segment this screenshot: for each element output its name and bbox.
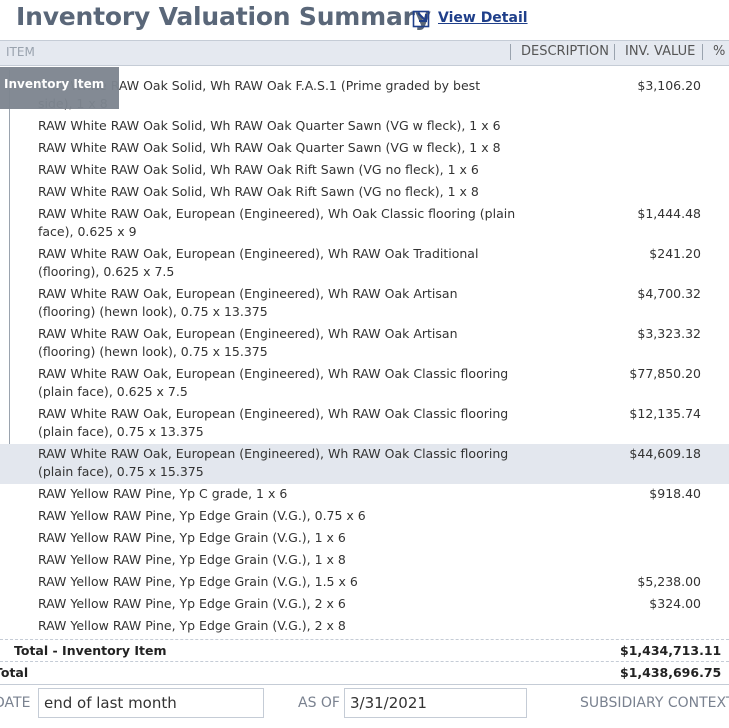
date-filter-label: DATE	[0, 695, 31, 711]
external-link-icon	[412, 10, 430, 28]
table-row[interactable]: RAW White RAW Oak, European (Engineered)…	[0, 244, 729, 284]
inv-value: $3,323.32	[637, 326, 701, 341]
table-row[interactable]: RAW White RAW Oak Solid, Wh RAW Oak Quar…	[0, 116, 729, 138]
table-row[interactable]: RAW White RAW Oak Solid, Wh RAW Oak Rift…	[0, 182, 729, 204]
table-row[interactable]: RAW Yellow RAW Pine, Yp Edge Grain (V.G.…	[0, 572, 729, 594]
as-of-date-input[interactable]	[344, 688, 527, 718]
inv-value: $324.00	[649, 596, 701, 611]
inv-value: $918.40	[649, 486, 701, 501]
as-of-label: AS OF	[298, 695, 340, 711]
item-name[interactable]: RAW Yellow RAW Pine, Yp Edge Grain (V.G.…	[38, 595, 516, 613]
item-name[interactable]: RAW White RAW Oak, European (Engineered)…	[38, 405, 516, 441]
table-row[interactable]: RAW Yellow RAW Pine, Yp Edge Grain (V.G.…	[0, 528, 729, 550]
table-row[interactable]: RAW Yellow RAW Pine, Yp Edge Grain (V.G.…	[0, 506, 729, 528]
inv-value: $77,850.20	[629, 366, 701, 381]
grand-total-value: $1,438,696.75	[620, 665, 722, 680]
table-row[interactable]: RAW Yellow RAW Pine, Yp Edge Grain (V.G.…	[0, 594, 729, 616]
total-inventory-label: Total - Inventory Item	[14, 643, 167, 658]
inv-value: $5,238.00	[637, 574, 701, 589]
table-row[interactable]: RAW Yellow RAW Pine, Yp C grade, 1 x 6 $…	[0, 484, 729, 506]
inv-value: $4,700.32	[637, 286, 701, 301]
inv-value: $1,444.48	[637, 206, 701, 221]
view-detail-link[interactable]: View Detail	[412, 8, 528, 28]
total-inventory-row: Total - Inventory Item $1,434,713.11	[0, 639, 729, 662]
grand-total-row: Total $1,438,696.75	[0, 661, 729, 685]
filter-bar: DATE AS OF SUBSIDIARY CONTEXT	[0, 684, 729, 728]
table-row-selected[interactable]: RAW White RAW Oak, European (Engineered)…	[0, 444, 729, 484]
item-name[interactable]: RAW White RAW Oak, European (Engineered)…	[38, 445, 516, 481]
table-row[interactable]: RAW White RAW Oak Solid, Wh RAW Oak Quar…	[0, 138, 729, 160]
table-row[interactable]: RAW White RAW Oak, European (Engineered)…	[0, 204, 729, 244]
date-filter-input[interactable]	[38, 688, 264, 718]
item-name[interactable]: RAW White RAW Oak, European (Engineered)…	[38, 285, 516, 321]
table-row[interactable]: RAW Yellow RAW Pine, Yp Edge Grain (V.G.…	[0, 550, 729, 572]
page-title: Inventory Valuation Summary	[16, 2, 431, 31]
item-name[interactable]: RAW Yellow RAW Pine, Yp Edge Grain (V.G.…	[38, 551, 516, 569]
item-name[interactable]: RAW White RAW Oak, European (Engineered)…	[38, 365, 516, 401]
item-name[interactable]: RAW Yellow RAW Pine, Yp Edge Grain (V.G.…	[38, 617, 516, 635]
inv-value: $241.20	[649, 246, 701, 261]
item-name[interactable]: RAW White RAW Oak, European (Engineered)…	[38, 205, 516, 241]
table-row[interactable]: RAW White RAW Oak, European (Engineered)…	[0, 284, 729, 324]
column-header-percent[interactable]: % OF	[702, 44, 729, 60]
grand-total-label: Total	[0, 665, 29, 680]
table-row[interactable]: RAW White RAW Oak, European (Engineered)…	[0, 324, 729, 364]
item-name[interactable]: RAW Yellow RAW Pine, Yp Edge Grain (V.G.…	[38, 529, 516, 547]
inv-value: $12,135.74	[629, 406, 701, 421]
item-name[interactable]: RAW White RAW Oak Solid, Wh RAW Oak Quar…	[38, 117, 516, 135]
inv-value: $3,106.20	[637, 78, 701, 93]
item-name[interactable]: RAW Yellow RAW Pine, Yp Edge Grain (V.G.…	[38, 573, 516, 591]
item-name[interactable]: RAW White RAW Oak, European (Engineered)…	[38, 325, 516, 361]
column-tooltip: Inventory Item	[0, 67, 119, 109]
column-header-inv-value[interactable]: INV. VALUE	[614, 44, 695, 60]
column-header-description[interactable]: DESCRIPTION	[510, 44, 609, 60]
page-header: Inventory Valuation Summary View Detail	[0, 0, 729, 40]
item-name[interactable]: RAW Yellow RAW Pine, Yp C grade, 1 x 6	[38, 485, 516, 503]
item-name[interactable]: RAW Yellow RAW Pine, Yp Edge Grain (V.G.…	[38, 507, 516, 525]
item-name[interactable]: RAW White RAW Oak Solid, Wh RAW Oak Rift…	[38, 183, 516, 201]
item-name[interactable]: RAW White RAW Oak, European (Engineered)…	[38, 245, 516, 281]
column-header-bar: ITEM DESCRIPTION INV. VALUE % OF Invento…	[0, 40, 729, 109]
table-row[interactable]: RAW White RAW Oak Solid, Wh RAW Oak Rift…	[0, 160, 729, 182]
inv-value: $44,609.18	[629, 446, 701, 461]
view-detail-label[interactable]: View Detail	[438, 10, 528, 26]
item-name[interactable]: RAW White RAW Oak Solid, Wh RAW Oak Quar…	[38, 139, 516, 157]
column-header-item[interactable]: ITEM	[6, 45, 35, 59]
item-name[interactable]: RAW White RAW Oak Solid, Wh RAW Oak Rift…	[38, 161, 516, 179]
table-row[interactable]: RAW White RAW Oak, European (Engineered)…	[0, 364, 729, 404]
table-row[interactable]: RAW White RAW Oak, European (Engineered)…	[0, 404, 729, 444]
subsidiary-context-label: SUBSIDIARY CONTEXT	[580, 695, 729, 711]
table-row[interactable]: RAW Yellow RAW Pine, Yp Edge Grain (V.G.…	[0, 616, 729, 638]
inventory-item-list: RAW White RAW Oak Solid, Wh RAW Oak F.A.…	[0, 76, 729, 638]
total-inventory-value: $1,434,713.11	[620, 643, 722, 658]
